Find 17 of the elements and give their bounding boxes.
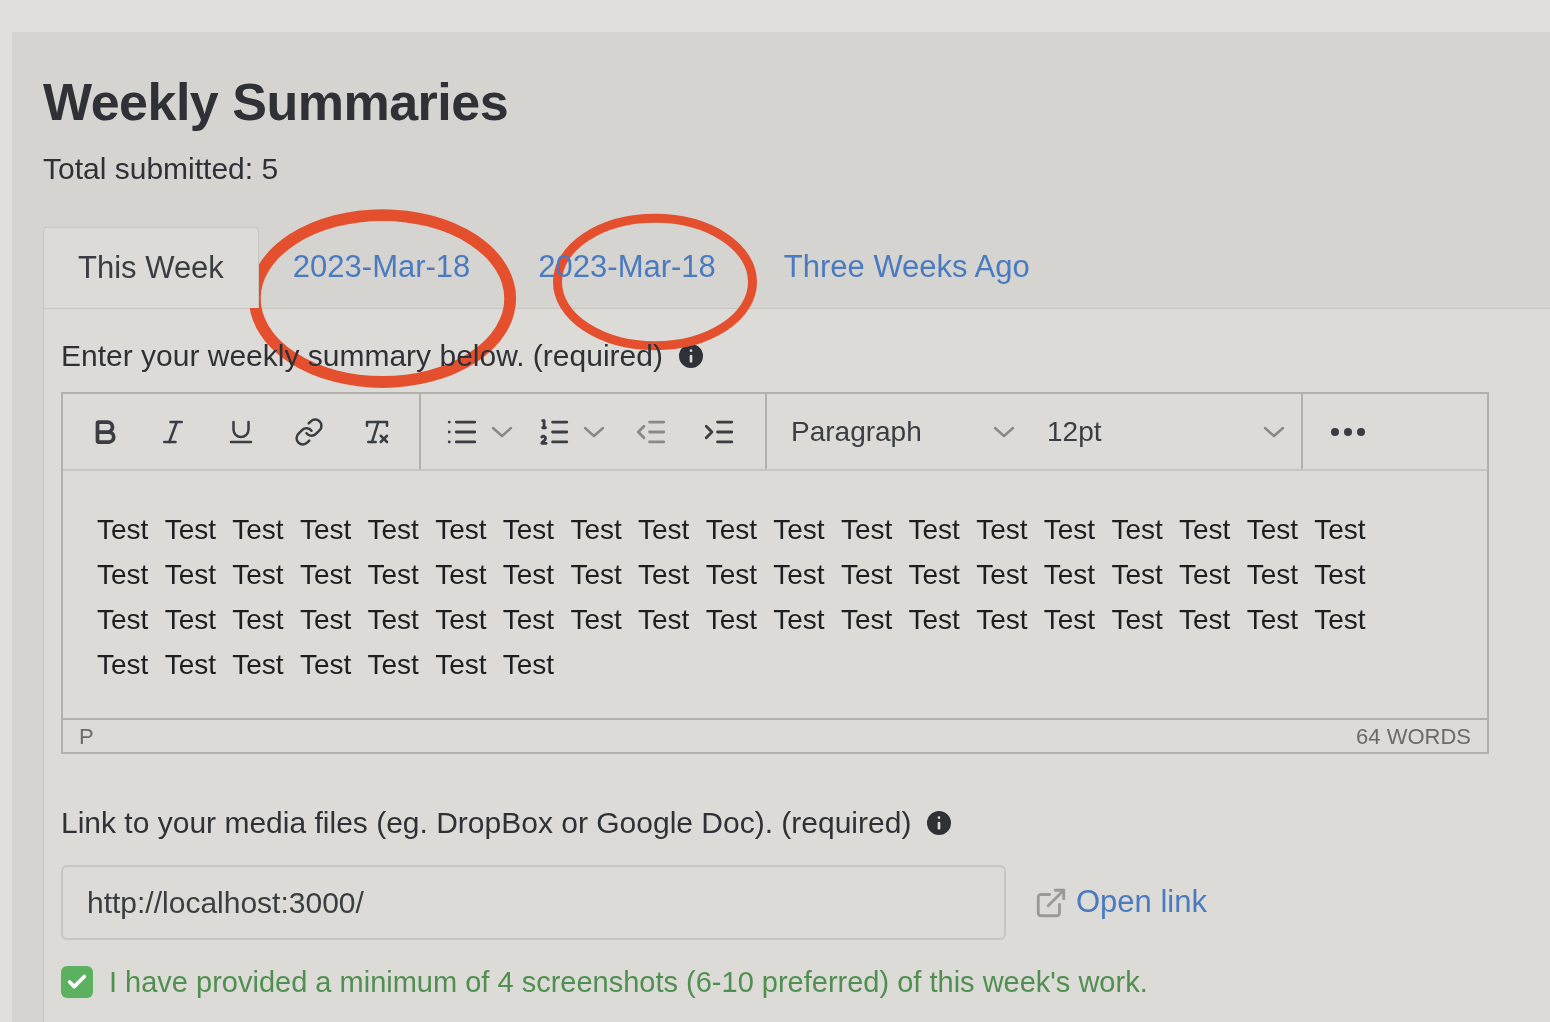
total-submitted: Total submitted: 5 <box>43 151 280 187</box>
checkbox[interactable] <box>61 966 93 998</box>
chevron-down-icon <box>583 425 605 438</box>
chevron-down-icon <box>993 425 1015 438</box>
font-size-select[interactable]: 12pt <box>1027 394 1303 469</box>
field-label: Link to your media files (eg. DropBox or Google Doc). (required) <box>61 805 912 841</box>
checkbox-label: I have provided a minimum of 4 screenshots (6-10 preferred) of this week's work. <box>109 966 1148 998</box>
more-icon <box>1331 427 1365 436</box>
chevron-down-icon <box>1263 425 1285 438</box>
tab[interactable]: This Week <box>43 227 259 308</box>
format-select[interactable]: Paragraph <box>767 394 1027 469</box>
link-icon <box>294 416 324 447</box>
editor-text[interactable]: Test Test Test Test Test Test Test Test Test Test Test Test Test Test Test Test Test Test Test Test Test Test Test Test Test Test Test Test Test Test Test Test Test Test Test Test Test Test Test Test Test Test Test Test Test Test Test Test Test Test Test Test Test Test Test Test Test Test Test Test Test Test Test Test <box>97 507 1427 687</box>
word-count: 64 WORDS <box>1356 722 1471 751</box>
chevron-down-icon <box>491 425 513 438</box>
url-field[interactable]: http://localhost:3000/ <box>61 865 1006 940</box>
element-path[interactable]: P <box>79 719 94 753</box>
